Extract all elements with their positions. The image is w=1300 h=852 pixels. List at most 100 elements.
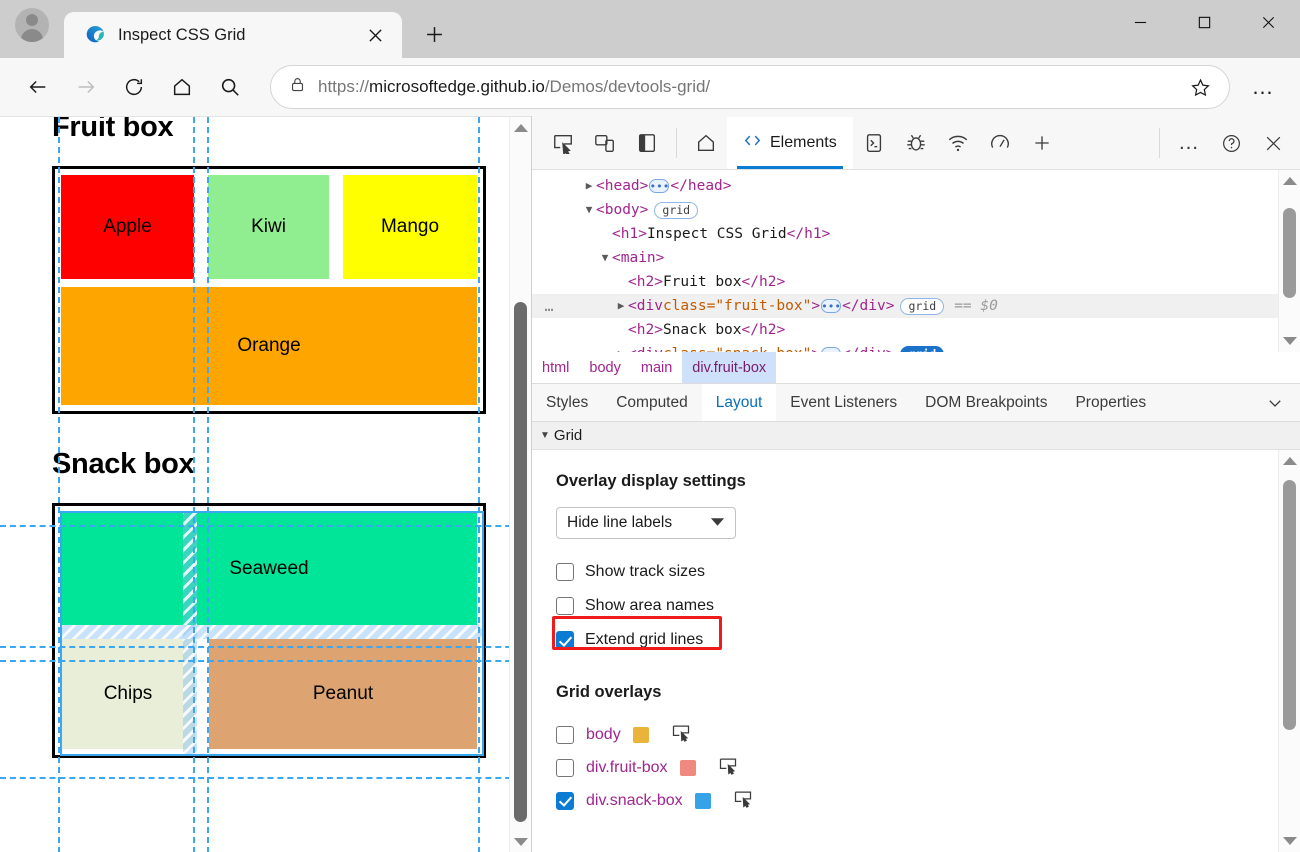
grid-section-header[interactable]: ▼ Grid <box>532 422 1300 450</box>
dom-tree-row[interactable]: ▼ < main > <box>532 246 1300 270</box>
browser-settings-button[interactable]: … <box>1240 67 1286 107</box>
layout-scrollbar[interactable] <box>1278 450 1300 852</box>
dom-punct: > <box>654 274 663 290</box>
minimize-button[interactable] <box>1108 0 1172 44</box>
dom-tree-row[interactable]: ▶ < head > ••• </head > <box>532 174 1300 198</box>
checkbox-icon[interactable] <box>556 631 574 649</box>
show-element-icon[interactable] <box>718 755 738 780</box>
grid-badge[interactable]: grid <box>654 201 699 219</box>
dom-tag-name: head <box>604 178 640 194</box>
browser-tab[interactable]: Inspect CSS Grid <box>64 12 402 58</box>
back-arrow-icon[interactable] <box>14 67 62 107</box>
tab-styles[interactable]: Styles <box>532 384 602 421</box>
dom-tree[interactable]: ▶ < head > ••• </head > ▼ < body > grid < h1 > Inspect … <box>532 170 1300 352</box>
show-element-icon[interactable] <box>733 788 753 813</box>
grid-badge[interactable]: grid <box>900 297 945 315</box>
dom-tree-scrollbar[interactable] <box>1278 170 1300 352</box>
dock-panel-icon[interactable] <box>626 122 668 164</box>
console-icon[interactable] <box>853 122 895 164</box>
scroll-down-arrow[interactable] <box>513 831 528 852</box>
checkbox-icon[interactable] <box>556 725 574 744</box>
reload-icon[interactable] <box>110 67 158 107</box>
dom-text-node: Snack box <box>662 322 742 338</box>
color-swatch[interactable] <box>632 726 649 743</box>
line-labels-dropdown[interactable]: Hide line labels <box>556 507 736 539</box>
device-emulation-icon[interactable] <box>584 122 626 164</box>
close-window-button[interactable] <box>1236 0 1300 44</box>
page-scrollbar[interactable] <box>509 117 531 852</box>
network-wifi-icon[interactable] <box>937 122 979 164</box>
expand-triangle-icon[interactable]: ▶ <box>614 294 628 318</box>
tab-properties[interactable]: Properties <box>1061 384 1160 421</box>
dom-tree-row[interactable]: < h1 > Inspect CSS Grid </h1 > <box>532 222 1300 246</box>
tab-computed[interactable]: Computed <box>602 384 702 421</box>
new-tab-button[interactable] <box>416 16 452 52</box>
chevron-down-icon <box>710 514 725 532</box>
dom-scroll-up-arrow[interactable] <box>1279 170 1300 192</box>
performance-gauge-icon[interactable] <box>979 122 1021 164</box>
debugger-bug-icon[interactable] <box>895 122 937 164</box>
tab-layout[interactable]: Layout <box>701 384 777 421</box>
checkbox-row-extend-grid-lines[interactable]: Extend grid lines <box>556 623 1300 657</box>
grid-overlay-row-div-snack-box[interactable]: div.snack-box <box>556 784 1300 817</box>
color-swatch[interactable] <box>679 759 696 776</box>
checkbox-icon[interactable] <box>556 791 574 810</box>
expand-dots-icon[interactable]: ••• <box>649 179 670 193</box>
dom-scroll-down-arrow[interactable] <box>1279 330 1300 352</box>
dom-tree-row[interactable]: < h2 > Fruit box </h2 > <box>532 270 1300 294</box>
grid-overlay-row-body[interactable]: body <box>556 718 1300 751</box>
chevron-down-icon[interactable] <box>1258 384 1292 422</box>
checkbox-row-show-area-names[interactable]: Show area names <box>556 589 1300 623</box>
grid-badge[interactable]: grid <box>900 345 945 352</box>
checkbox-icon[interactable] <box>556 597 574 615</box>
dom-scroll-thumb[interactable] <box>1283 208 1296 298</box>
devtools-toolbar-right: … <box>1151 116 1294 170</box>
maximize-button[interactable] <box>1172 0 1236 44</box>
dom-punct: > <box>811 342 820 352</box>
inspect-element-icon[interactable] <box>542 122 584 164</box>
forward-arrow-icon[interactable] <box>62 67 110 107</box>
collapse-triangle-icon[interactable]: ▼ <box>582 198 596 222</box>
dom-tag-name: div <box>859 298 886 314</box>
breadcrumb-item-body[interactable]: body <box>579 352 630 383</box>
collapse-triangle-icon[interactable]: ▼ <box>598 246 612 270</box>
tab-dom-breakpoints[interactable]: DOM Breakpoints <box>911 384 1061 421</box>
layout-scroll-up-arrow[interactable] <box>1279 450 1300 472</box>
close-devtools-icon[interactable] <box>1252 122 1294 164</box>
dom-tree-row[interactable]: ▼ < body > grid <box>532 198 1300 222</box>
welcome-home-icon[interactable] <box>685 122 727 164</box>
home-icon[interactable] <box>158 67 206 107</box>
checkbox-row-show-track-sizes[interactable]: Show track sizes <box>556 555 1300 589</box>
profile-button[interactable] <box>0 0 64 58</box>
expand-triangle-icon[interactable]: ▶ <box>614 342 628 352</box>
grid-overlay-row-div-fruit-box[interactable]: div.fruit-box <box>556 751 1300 784</box>
expand-triangle-icon[interactable]: ▶ <box>582 174 596 198</box>
breadcrumb-item-div-fruit-box[interactable]: div.fruit-box <box>682 352 777 383</box>
breadcrumb-item-main[interactable]: main <box>631 352 682 383</box>
address-bar[interactable]: https://microsoftedge.github.io/Demos/de… <box>270 65 1230 109</box>
expand-dots-icon[interactable]: ••• <box>821 299 842 313</box>
layout-scroll-down-arrow[interactable] <box>1279 830 1300 852</box>
checkbox-icon[interactable] <box>556 563 574 581</box>
expand-dots-icon[interactable]: ••• <box>821 347 842 352</box>
add-tool-button[interactable] <box>1021 122 1063 164</box>
page-scroll-thumb[interactable] <box>514 302 527 822</box>
dom-tree-row[interactable]: … ▶ < div class="fruit-box" > ••• </div > grid ==… <box>532 294 1300 318</box>
dom-attribute: class="fruit-box" <box>662 298 812 314</box>
tab-elements[interactable]: Elements <box>727 116 853 169</box>
breadcrumb-item-html[interactable]: html <box>532 352 579 383</box>
dom-tree-row[interactable]: < h2 > Snack box </h2 > <box>532 318 1300 342</box>
checkbox-icon[interactable] <box>556 758 574 777</box>
dom-tree-row[interactable]: ▶<div class="snack-box">•••</div>grid <box>532 342 1300 352</box>
more-tools-button[interactable]: … <box>1168 122 1210 164</box>
scroll-up-arrow[interactable] <box>513 117 528 139</box>
layout-scroll-thumb[interactable] <box>1283 480 1296 730</box>
tab-event-listeners[interactable]: Event Listeners <box>776 384 911 421</box>
grid-item-seaweed: Seaweed <box>61 512 477 625</box>
close-icon[interactable] <box>360 20 390 50</box>
help-icon[interactable] <box>1210 122 1252 164</box>
show-element-icon[interactable] <box>671 722 691 747</box>
search-icon[interactable] <box>206 67 254 107</box>
color-swatch[interactable] <box>694 792 711 809</box>
star-icon[interactable] <box>1183 70 1217 104</box>
